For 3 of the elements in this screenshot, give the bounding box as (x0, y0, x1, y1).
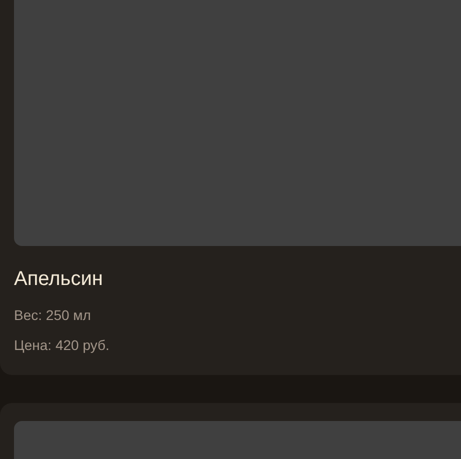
product-name: Апельсин (14, 268, 104, 291)
product-price: Цена: 420 руб. (14, 337, 110, 353)
product-weight: Вес: 250 мл (14, 307, 92, 323)
